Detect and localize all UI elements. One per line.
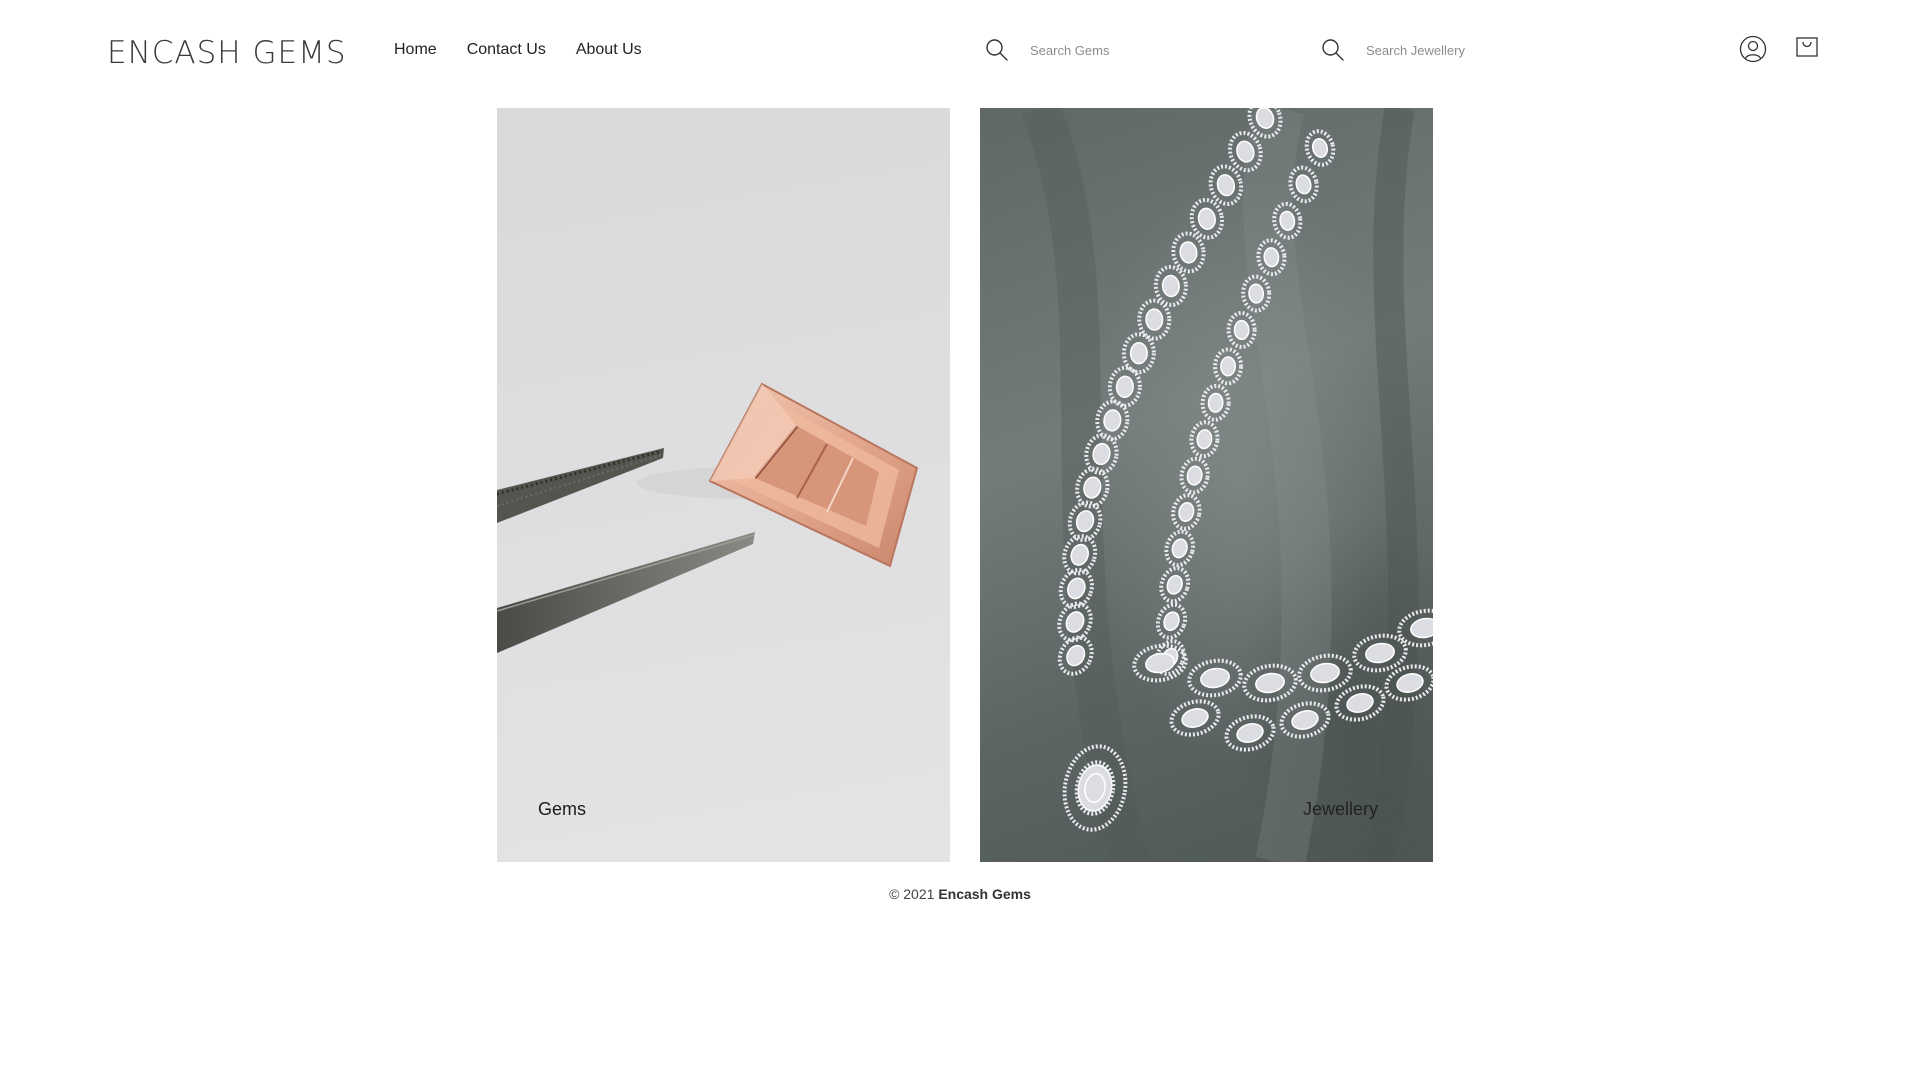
nav-contact-link[interactable]: Contact Us: [467, 39, 546, 61]
gems-category-image: [497, 382, 919, 653]
nav-about-link[interactable]: About Us: [576, 39, 642, 61]
search-gems: [984, 34, 1290, 66]
footer-company-name: Encash Gems: [938, 886, 1031, 902]
nav-home-link[interactable]: Home: [394, 39, 437, 61]
main-nav: Home Contact Us About Us: [394, 39, 642, 61]
cart-icon[interactable]: [1795, 35, 1819, 59]
copyright-text: © 2021: [889, 886, 935, 902]
gems-category-label: Gems: [538, 799, 587, 819]
header: ENCASH GEMS Home Contact Us About Us: [0, 0, 1920, 100]
site-logo[interactable]: ENCASH GEMS: [107, 36, 347, 70]
user-icon[interactable]: [1739, 35, 1767, 63]
category-tile-jewellery[interactable]: Jewellery: [980, 108, 1433, 862]
search-jewellery-input[interactable]: [1366, 38, 1626, 62]
search-icon[interactable]: [984, 37, 1010, 63]
search-jewellery: [1320, 34, 1626, 66]
search-gems-input[interactable]: [1030, 38, 1290, 62]
footer: © 2021 Encash Gems: [0, 884, 1920, 904]
jewellery-category-label: Jewellery: [1302, 799, 1378, 819]
search-icon[interactable]: [1320, 37, 1346, 63]
category-tile-gems[interactable]: Gems: [497, 108, 950, 862]
jewellery-category-image: [1021, 108, 1433, 862]
